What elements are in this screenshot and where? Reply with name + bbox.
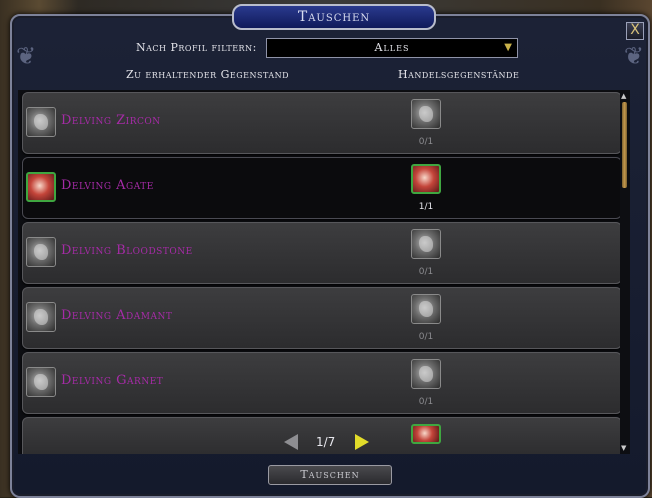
- column-header-trade: Handelsgegenstände: [398, 68, 520, 81]
- item-quantity: 1/1: [418, 202, 434, 212]
- item-quantity: 0/1: [418, 137, 434, 147]
- list-item[interactable]: Delving Adamant 0/1: [22, 287, 622, 349]
- zircon-gem-icon[interactable]: [26, 107, 56, 137]
- list-item[interactable]: Delving Garnet 0/1: [22, 352, 622, 414]
- right-scroll-ornament: ❦: [623, 42, 644, 70]
- garnet-gem-icon[interactable]: [411, 359, 441, 389]
- barter-button[interactable]: Tauschen: [268, 465, 392, 485]
- item-quantity: 0/1: [418, 267, 434, 277]
- list-item[interactable]: Delving Zircon 0/1: [22, 92, 622, 154]
- agate-gem-icon[interactable]: [26, 172, 56, 202]
- page-indicator: 1/7: [316, 435, 336, 449]
- bloodstone-gem-icon[interactable]: [411, 229, 441, 259]
- garnet-gem-icon[interactable]: [26, 367, 56, 397]
- item-name: Delving Garnet: [61, 373, 164, 388]
- item-name: Delving Adamant: [61, 308, 173, 323]
- window-title: Tauschen: [232, 4, 436, 30]
- item-name: Delving Bloodstone: [61, 243, 193, 258]
- scrollbar-thumb[interactable]: [622, 102, 627, 188]
- adamant-gem-icon[interactable]: [26, 302, 56, 332]
- filter-selected-value: Alles: [374, 41, 410, 54]
- left-scroll-ornament: ❦: [16, 42, 37, 70]
- pagination: 1/7: [18, 432, 630, 454]
- list-item[interactable]: Delving Agate 1/1: [22, 157, 622, 219]
- barter-list: Delving Zircon 0/1 Delving Agate 1/1 Del…: [18, 90, 630, 454]
- filter-label: Nach Profil filtern:: [136, 41, 257, 54]
- previous-page-icon[interactable]: [284, 434, 298, 450]
- list-scrollbar[interactable]: ▲ ▼: [620, 90, 630, 454]
- close-button[interactable]: X: [626, 22, 644, 40]
- adamant-gem-icon[interactable]: [411, 294, 441, 324]
- bloodstone-gem-icon[interactable]: [26, 237, 56, 267]
- item-quantity: 0/1: [418, 332, 434, 342]
- item-name: Delving Agate: [61, 178, 154, 193]
- profile-filter-dropdown[interactable]: Alles ▼: [266, 38, 518, 58]
- agate-gem-icon[interactable]: [411, 164, 441, 194]
- scroll-up-icon[interactable]: ▲: [621, 92, 626, 100]
- dropdown-arrow-icon: ▼: [504, 42, 513, 53]
- next-page-icon[interactable]: [355, 434, 369, 450]
- list-item[interactable]: Delving Bloodstone 0/1: [22, 222, 622, 284]
- zircon-gem-icon[interactable]: [411, 99, 441, 129]
- column-header-receive: Zu erhaltender Gegenstand: [126, 68, 290, 81]
- item-name: Delving Zircon: [61, 113, 161, 128]
- item-quantity: 0/1: [418, 397, 434, 407]
